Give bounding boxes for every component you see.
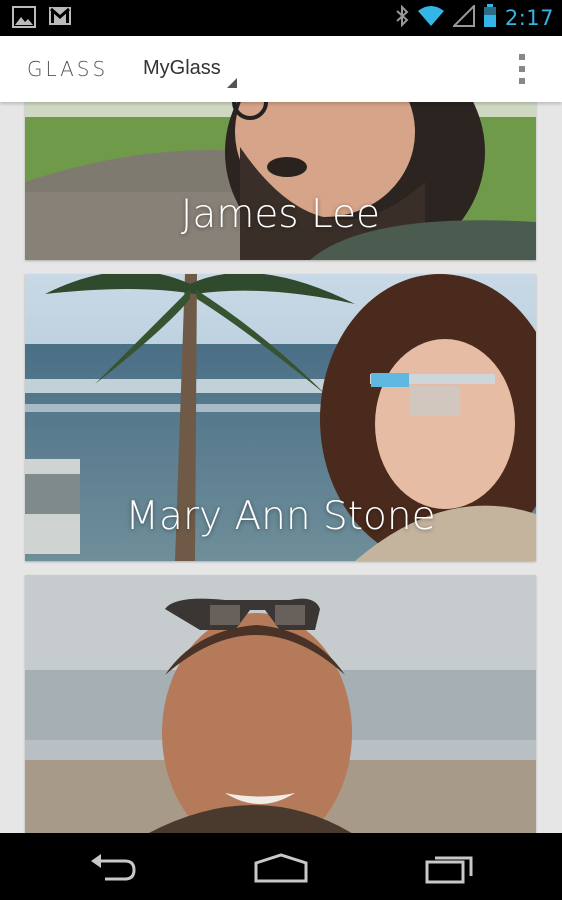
navigation-bar (0, 833, 562, 900)
contact-card-james-lee[interactable]: James Lee (25, 102, 536, 260)
contacts-list[interactable]: James Lee Mary Ann Stone (0, 102, 562, 833)
status-bar: 2:17 (0, 0, 562, 36)
account-spinner[interactable]: MyGlass (143, 57, 221, 80)
battery-icon (483, 4, 497, 32)
glass-logo: GLASS (27, 57, 109, 81)
app-bar: GLASS MyGlass (0, 36, 562, 102)
contact-card-mary-ann-stone[interactable]: Mary Ann Stone (25, 274, 536, 561)
status-time: 2:17 (504, 6, 554, 30)
contact-card-3[interactable] (25, 575, 536, 833)
wifi-icon (417, 5, 445, 31)
gallery-icon (12, 6, 36, 32)
recent-apps-icon[interactable] (425, 850, 477, 888)
back-icon[interactable] (87, 853, 137, 887)
bluetooth-icon (395, 4, 409, 32)
cell-signal-icon (451, 3, 475, 31)
contact-name: James Lee (180, 192, 381, 237)
home-icon[interactable] (254, 853, 308, 887)
spinner-triangle-icon (227, 78, 237, 88)
contact-photo (25, 575, 536, 833)
overflow-menu-icon[interactable] (510, 54, 534, 84)
gmail-icon (48, 6, 72, 32)
contact-name: Mary Ann Stone (125, 494, 436, 539)
